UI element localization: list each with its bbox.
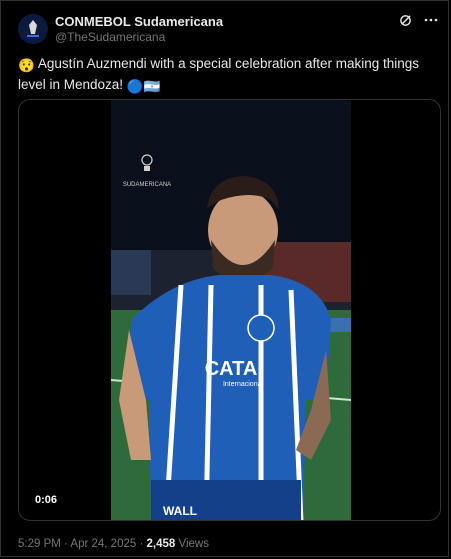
conmebol-logo-icon <box>18 14 48 44</box>
argentina-flag-emoji: 🇦🇷 <box>143 79 161 94</box>
tweet-body: Agustín Auzmendi with a special celebrat… <box>18 56 420 92</box>
tweet-card: CONMEBOL Sudamericana @TheSudamericana 😯… <box>0 0 449 557</box>
ad-text: WALL <box>163 504 197 518</box>
video-player[interactable]: SUDAMERICANA CATA Internacional WALL 0:0… <box>18 99 441 521</box>
tweet-meta: 5:29 PM · Apr 24, 2025 · 2,458 Views <box>18 538 209 550</box>
video-frame[interactable]: SUDAMERICANA CATA Internacional WALL <box>111 100 351 520</box>
avatar[interactable] <box>18 14 48 44</box>
blue-circle-emoji: 🔵 <box>126 79 144 94</box>
video-timestamp: 0:06 <box>29 492 64 508</box>
handle[interactable]: @TheSudamericana <box>55 30 165 44</box>
jersey-sponsor: CATA <box>205 358 258 380</box>
views-label: Views <box>175 538 209 550</box>
watermark-text: SUDAMERICANA <box>123 182 171 188</box>
jersey-sponsor-sub: Internacional <box>223 381 264 388</box>
views-count: 2,458 <box>146 538 176 550</box>
tweet-time[interactable]: 5:29 PM · Apr 24, 2025 · <box>18 538 147 550</box>
tweet-text: 😯 Agustín Auzmendi with a special celebr… <box>18 54 443 96</box>
top-actions <box>398 13 438 27</box>
video-still: SUDAMERICANA CATA Internacional WALL <box>111 100 351 520</box>
more-icon[interactable] <box>424 13 438 27</box>
surprised-face-emoji: 😯 <box>18 58 35 73</box>
display-name[interactable]: CONMEBOL Sudamericana <box>55 14 223 29</box>
grok-icon[interactable] <box>398 13 412 27</box>
